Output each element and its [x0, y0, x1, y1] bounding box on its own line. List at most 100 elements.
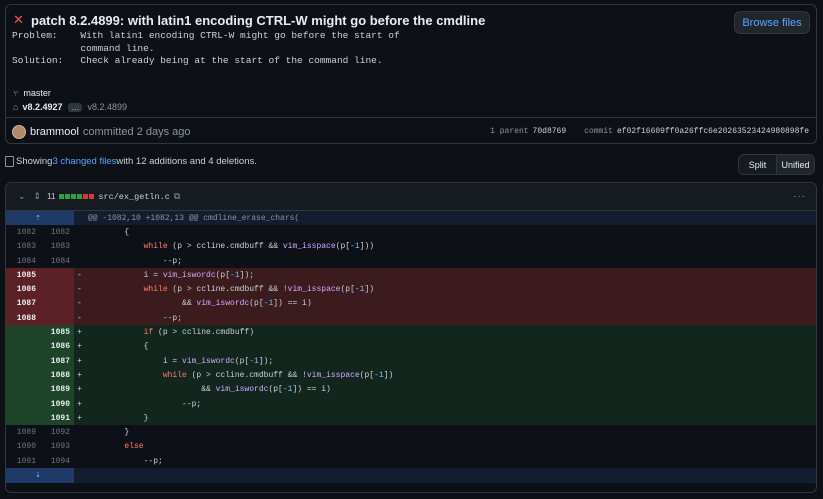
parent-hash[interactable]: 70d8769	[533, 127, 567, 136]
diff-line: 1082 1082 {	[6, 225, 816, 239]
diff-sign: +	[77, 356, 82, 366]
new-line-number[interactable]: 1086	[40, 339, 74, 354]
old-line-number[interactable]	[6, 411, 40, 426]
summary-suffix: with 12 additions and 4 deletions.	[116, 156, 257, 167]
old-line-number[interactable]	[6, 353, 40, 369]
diff-sign	[74, 242, 86, 251]
new-line-number[interactable]	[40, 311, 74, 326]
browse-files-button[interactable]: Browse files	[734, 11, 810, 34]
code-text: }	[86, 428, 130, 438]
code-text: --p;	[86, 456, 163, 466]
branch-row: ⑂ master	[13, 88, 51, 98]
author-name[interactable]: brammool	[30, 126, 79, 138]
hunk-header[interactable]: ⇡ @@ -1082,10 +1082,13 @@ cmdline_erase_c…	[6, 211, 816, 226]
diff-line: 1091 + }	[6, 411, 816, 426]
new-line-number[interactable]	[40, 282, 74, 297]
commit-title: patch 8.2.4899: with latin1 encoding CTR…	[31, 12, 486, 28]
new-line-number[interactable]: 1088	[40, 368, 74, 383]
new-line-number[interactable]: 1085	[40, 325, 74, 340]
old-line-number[interactable]	[6, 325, 40, 340]
file-name[interactable]: src/ex_getln.c	[98, 192, 169, 202]
diff-line: 1090 1093 else	[6, 440, 816, 454]
commit-description: Problem: With latin1 encoding CTRL-W mig…	[12, 30, 400, 66]
code-text: --p;	[86, 399, 202, 409]
diff-line: 1086 - while (p > ccline.cmdbuff && !vim_…	[6, 282, 816, 297]
new-line-number[interactable]: 1082	[40, 225, 74, 239]
expand-up-icon[interactable]: ⇡	[6, 211, 74, 226]
code-text: i = vim_iswordc(p[-1]);	[86, 270, 255, 280]
diff-sign	[74, 442, 86, 451]
new-line-number[interactable]: 1083	[40, 240, 74, 254]
branch-name[interactable]: master	[23, 88, 51, 98]
split-view-button[interactable]: Split	[739, 155, 777, 174]
diffstat-block	[71, 194, 77, 199]
old-line-number[interactable]	[6, 339, 40, 354]
expand-all-icon[interactable]: ⇕	[34, 191, 42, 202]
new-line-number[interactable]: 1094	[40, 454, 74, 468]
code-text: && vim_iswordc(p[-1]) == i)	[86, 299, 312, 309]
title-row: ✕ patch 8.2.4899: with latin1 encoding C…	[13, 12, 485, 28]
old-line-number[interactable]: 1087	[6, 296, 40, 312]
old-line-number[interactable]: 1091	[6, 454, 40, 468]
old-line-number[interactable]: 1089	[6, 425, 40, 439]
diff-line: 1090 + --p;	[6, 396, 816, 412]
copy-icon[interactable]: ⧉	[174, 191, 180, 202]
new-line-number[interactable]: 1092	[40, 425, 74, 439]
tag-link[interactable]: v8.2.4927	[22, 102, 62, 112]
diffstat	[59, 194, 95, 199]
old-line-number[interactable]	[6, 396, 40, 412]
diff-sign: -	[77, 285, 82, 295]
new-line-number[interactable]	[40, 296, 74, 312]
diff-line: 1085 - i = vim_iswordc(p[-1]);	[6, 268, 816, 283]
diffstat-block	[65, 194, 71, 199]
file-diff: ⌄ ⇕ 11 src/ex_getln.c ⧉ ··· ⇡ @@ -1082,10…	[5, 182, 817, 493]
new-line-number[interactable]: 1093	[40, 440, 74, 454]
more-tags-button[interactable]: …	[68, 102, 83, 112]
code-text: else	[124, 442, 144, 452]
expand-down-row[interactable]: ⇣	[6, 468, 816, 483]
commit-hash: ef02f16609ff0a26ffc6e20263523424980898fe	[616, 127, 809, 136]
diff-sign: +	[77, 385, 82, 395]
old-line-number[interactable]: 1083	[6, 240, 40, 254]
changes-count: 11	[47, 192, 56, 201]
diff-table: ⇡ @@ -1082,10 +1082,13 @@ cmdline_erase_c…	[6, 211, 816, 483]
diff-line: 1084 1084 --p;	[6, 254, 816, 268]
unified-view-button[interactable]: Unified	[777, 155, 814, 174]
diff-sign: +	[77, 399, 82, 409]
new-line-number[interactable]	[40, 268, 74, 283]
old-line-number[interactable]: 1082	[6, 225, 40, 239]
chevron-down-icon[interactable]: ⌄	[18, 191, 26, 202]
old-line-number[interactable]: 1090	[6, 440, 40, 454]
old-line-number[interactable]: 1086	[6, 282, 40, 297]
old-line-number[interactable]	[6, 368, 40, 383]
commit-label: commit	[584, 127, 613, 136]
new-line-number[interactable]: 1091	[40, 411, 74, 426]
tags-row: ⌂ v8.2.4927 … v8.2.4899	[13, 102, 127, 112]
diffstat-block	[83, 194, 89, 199]
old-line-number[interactable]: 1085	[6, 268, 40, 283]
changed-files-link[interactable]: 3 changed files	[52, 156, 116, 167]
failed-status-icon[interactable]: ✕	[13, 12, 27, 28]
expand-down-icon[interactable]: ⇣	[6, 468, 74, 483]
file-diff-icon[interactable]	[5, 156, 14, 167]
branch-icon: ⑂	[13, 88, 19, 98]
commit-box: ✕ patch 8.2.4899: with latin1 encoding C…	[5, 4, 817, 144]
code-text: if (p > ccline.cmdbuff)	[143, 328, 255, 338]
new-line-number[interactable]: 1090	[40, 396, 74, 412]
diff-sign	[74, 428, 86, 437]
diff-sign: +	[77, 370, 82, 380]
tag-link-muted[interactable]: v8.2.4899	[87, 102, 127, 112]
new-line-number[interactable]: 1084	[40, 254, 74, 268]
diff-line: 1088 + while (p > ccline.cmdbuff && !vim_…	[6, 368, 816, 383]
old-line-number[interactable]: 1084	[6, 254, 40, 268]
code-text: }	[86, 413, 149, 423]
old-line-number[interactable]: 1088	[6, 311, 40, 326]
old-line-number[interactable]	[6, 382, 40, 397]
avatar[interactable]	[12, 124, 26, 139]
hunk-text: @@ -1082,10 +1082,13 @@ cmdline_erase_ch…	[88, 213, 300, 223]
more-options-icon[interactable]: ···	[793, 191, 806, 202]
author-bar: brammool committed 2 days ago 1 parent 7…	[6, 117, 816, 145]
new-line-number[interactable]: 1087	[40, 353, 74, 369]
commit-header: ✕ patch 8.2.4899: with latin1 encoding C…	[6, 5, 816, 113]
new-line-number[interactable]: 1089	[40, 382, 74, 397]
